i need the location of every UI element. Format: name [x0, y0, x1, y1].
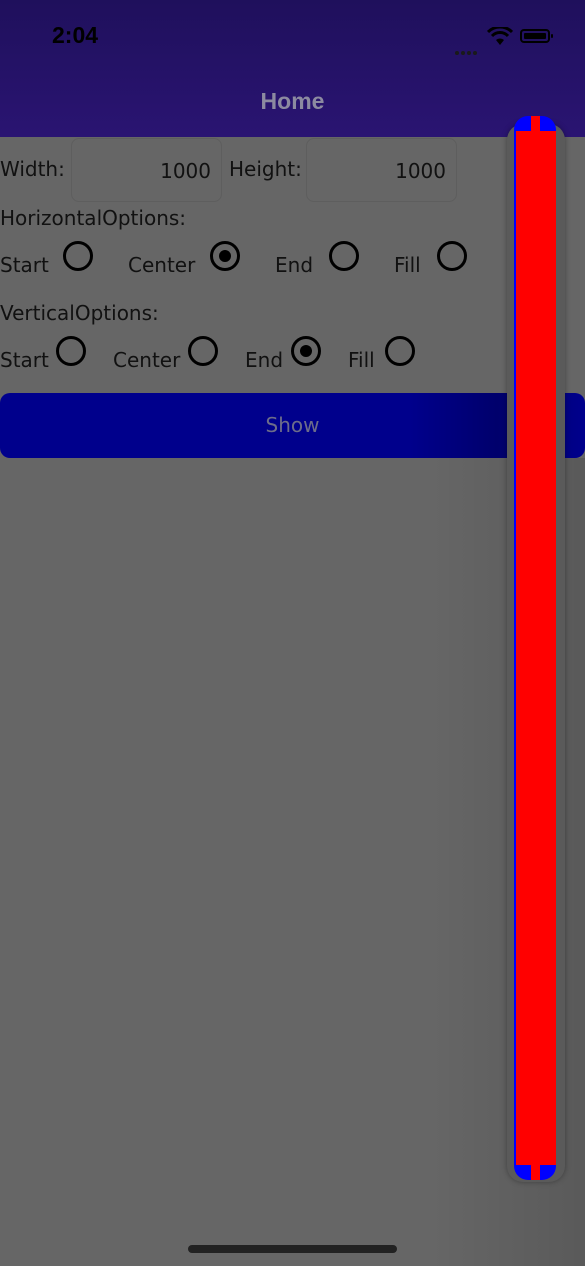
show-button[interactable]: Show — [0, 393, 585, 458]
page-title: Home — [260, 88, 325, 114]
h-option-end-radio[interactable] — [329, 241, 359, 271]
width-input[interactable]: 1000 — [71, 138, 222, 202]
v-option-fill-radio[interactable] — [385, 336, 415, 366]
popup-content — [516, 131, 556, 1165]
v-option-fill-label: Fill — [348, 348, 375, 372]
nav-header: 2:04 Home — [0, 0, 585, 137]
horizontal-options-label: HorizontalOptions: — [0, 206, 187, 230]
status-time: 2:04 — [52, 22, 99, 48]
home-indicator[interactable] — [188, 1245, 397, 1253]
h-option-end-label: End — [275, 253, 314, 277]
h-option-fill-radio[interactable] — [437, 241, 467, 271]
v-option-end-label: End — [245, 348, 284, 372]
wifi-icon — [487, 27, 513, 45]
h-option-fill-label: Fill — [394, 253, 421, 277]
h-option-start-label: Start — [0, 253, 49, 277]
h-option-center-label: Center — [128, 253, 196, 277]
battery-icon — [520, 29, 553, 43]
v-option-end-radio[interactable] — [291, 336, 321, 366]
height-input[interactable]: 1000 — [306, 138, 457, 202]
v-option-start-label: Start — [0, 348, 49, 372]
height-label: Height: — [229, 157, 302, 181]
radio-selected-dot — [219, 250, 231, 262]
vertical-options-label: VerticalOptions: — [0, 301, 159, 325]
h-option-center-radio[interactable] — [210, 241, 240, 271]
v-option-start-radio[interactable] — [56, 336, 86, 366]
v-option-center-label: Center — [113, 348, 181, 372]
v-option-center-radio[interactable] — [188, 336, 218, 366]
width-label: Width: — [0, 157, 65, 181]
cellular-signal-icon — [455, 40, 479, 59]
radio-selected-dot — [300, 345, 312, 357]
h-option-start-radio[interactable] — [63, 241, 93, 271]
popup-top-marker — [531, 116, 540, 132]
popup-bottom-marker — [531, 1164, 540, 1180]
